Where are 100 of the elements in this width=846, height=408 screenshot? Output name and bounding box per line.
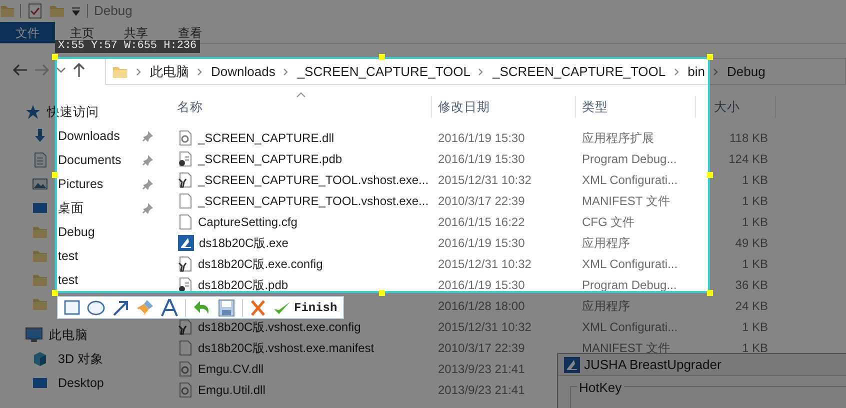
- file-size: 1 KB: [742, 340, 768, 354]
- chevron-right-icon[interactable]: [674, 68, 680, 76]
- file-name[interactable]: ds18b20C版.exe: [199, 234, 288, 252]
- nav-item[interactable]: Pictures: [58, 174, 104, 194]
- file-name[interactable]: Emgu.Util.dll: [198, 380, 266, 398]
- modified-date: 2016/1/19 15:30: [438, 130, 525, 144]
- resize-handle[interactable]: [379, 54, 385, 60]
- file-menu-tab[interactable]: 文件: [0, 22, 55, 43]
- nav-item[interactable]: test: [58, 270, 78, 290]
- breadcrumb-link[interactable]: Downloads: [211, 62, 276, 82]
- folder-icon: [32, 272, 48, 288]
- column-header[interactable]: 大小: [696, 96, 776, 118]
- file-type: CFG 文件: [582, 214, 635, 228]
- wrench-page-icon: [178, 172, 193, 188]
- file-name[interactable]: ds18b20C版.vshost.exe.config: [198, 318, 361, 336]
- modified-date: 2016/1/19 15:30: [438, 152, 525, 166]
- file-name[interactable]: _SCREEN_CAPTURE.pdb: [198, 150, 342, 168]
- file-size: 24 KB: [735, 298, 768, 312]
- column-header[interactable]: 修改日期: [432, 96, 576, 118]
- modified-date: 2016/1/28 18:00: [438, 298, 525, 312]
- column-header[interactable]: 类型: [576, 96, 696, 118]
- chevron-right-icon[interactable]: [283, 68, 290, 76]
- save-icon[interactable]: [218, 298, 235, 316]
- file-name[interactable]: _SCREEN_CAPTURE.dll: [198, 128, 334, 146]
- file-type: XML Configurati...: [582, 172, 678, 186]
- ellipse-icon[interactable]: [87, 298, 105, 316]
- file-name[interactable]: ds18b20C版.pdb: [198, 276, 288, 294]
- file-name[interactable]: ds18b20C版.vshost.exe.manifest: [198, 338, 374, 356]
- modified-date: 2015/12/31 10:32: [438, 172, 532, 186]
- modified-date: 2015/12/31 10:32: [438, 256, 532, 270]
- resize-handle[interactable]: [52, 54, 58, 60]
- resize-handle[interactable]: [707, 172, 713, 178]
- breadcrumb-link[interactable]: _SCREEN_CAPTURE_TOOL: [492, 62, 666, 82]
- nav-item[interactable]: Downloads: [58, 126, 120, 146]
- chevron-right-icon[interactable]: [478, 68, 484, 76]
- computer-icon: [25, 327, 43, 343]
- file-type: XML Configurati...: [582, 320, 678, 334]
- breadcrumb-link[interactable]: bin: [688, 62, 705, 82]
- page-icon: [178, 214, 193, 230]
- file-name[interactable]: _SCREEN_CAPTURE_TOOL.vshost.exe...: [198, 192, 429, 210]
- nav-item[interactable]: Debug: [58, 222, 95, 242]
- file-size: 1 KB: [742, 172, 768, 186]
- file-name[interactable]: CaptureSetting.cfg: [198, 212, 298, 230]
- nav-item[interactable]: 桌面: [58, 198, 84, 218]
- rectangle-icon[interactable]: [64, 298, 80, 316]
- file-name[interactable]: ds18b20C版.exe.config: [198, 254, 323, 272]
- undo-icon[interactable]: [193, 298, 211, 316]
- page-icon: [178, 340, 193, 356]
- arrow-icon[interactable]: [112, 298, 129, 316]
- download-icon: [32, 128, 48, 144]
- modified-date: 2010/3/17 22:39: [438, 340, 525, 354]
- app-icon: [564, 356, 580, 372]
- resize-handle[interactable]: [52, 172, 58, 178]
- file-type: XML Configurati...: [582, 256, 678, 270]
- text-icon[interactable]: [161, 298, 178, 316]
- nav-item[interactable]: Desktop: [58, 374, 104, 392]
- chevron-right-icon[interactable]: [136, 68, 142, 76]
- finish-button[interactable]: Finish: [273, 298, 338, 316]
- properties-icon[interactable]: [27, 3, 43, 19]
- nav-item[interactable]: test: [58, 246, 78, 266]
- pictures-icon: [32, 176, 48, 192]
- back-icon[interactable]: [12, 63, 28, 77]
- brush-icon[interactable]: [136, 298, 154, 316]
- desktop-icon: [32, 375, 48, 391]
- breadcrumb-link[interactable]: 此电脑: [150, 62, 189, 82]
- up-icon[interactable]: [72, 62, 86, 78]
- resize-handle[interactable]: [52, 290, 58, 296]
- file-size: 1 KB: [742, 194, 768, 208]
- chevron-right-icon[interactable]: [197, 68, 203, 76]
- address-bar[interactable]: 此电脑 Downloads _SCREEN_CAPTURE_TOOL _SCREEN_CAPTURE_TOOL bin Debug: [105, 58, 846, 85]
- file-size: 1 KB: [742, 320, 768, 334]
- file-size: 1 KB: [742, 256, 768, 270]
- close-icon[interactable]: [250, 298, 266, 316]
- modified-date: 2016/1/19 15:30: [438, 278, 525, 292]
- dropdown-icon[interactable]: [71, 6, 81, 16]
- file-name[interactable]: Emgu.CV.dll: [198, 360, 264, 378]
- nav-item[interactable]: 此电脑: [49, 326, 88, 344]
- wrench-page-icon: [178, 256, 193, 272]
- file-name[interactable]: _SCREEN_CAPTURE_TOOL.vshost.exe...: [198, 170, 429, 188]
- nav-item[interactable]: 3D 对象: [58, 350, 104, 368]
- modified-date: 2010/3/17 22:39: [438, 194, 525, 208]
- gear-page-icon: [178, 382, 193, 398]
- document-icon: [32, 152, 48, 168]
- modified-date: 2015/12/31 10:32: [438, 320, 532, 334]
- resize-handle[interactable]: [379, 290, 385, 296]
- breadcrumb-link[interactable]: Debug: [727, 62, 766, 82]
- folder-icon: [32, 224, 48, 240]
- cube-icon: [32, 351, 48, 367]
- breadcrumb-link[interactable]: _SCREEN_CAPTURE_TOOL: [297, 62, 470, 82]
- chevron-down-icon[interactable]: [56, 66, 66, 74]
- gear-page-icon: [178, 360, 193, 376]
- nav-item[interactable]: Documents: [58, 150, 122, 170]
- chevron-right-icon[interactable]: [713, 68, 719, 76]
- app-icon: [178, 234, 194, 250]
- resize-handle[interactable]: [707, 290, 713, 296]
- file-type: 应用程序扩展: [582, 130, 654, 144]
- file-size: 49 KB: [735, 236, 768, 250]
- desktop-icon: [32, 200, 48, 216]
- column-header[interactable]: 名称: [160, 96, 432, 118]
- resize-handle[interactable]: [707, 54, 713, 60]
